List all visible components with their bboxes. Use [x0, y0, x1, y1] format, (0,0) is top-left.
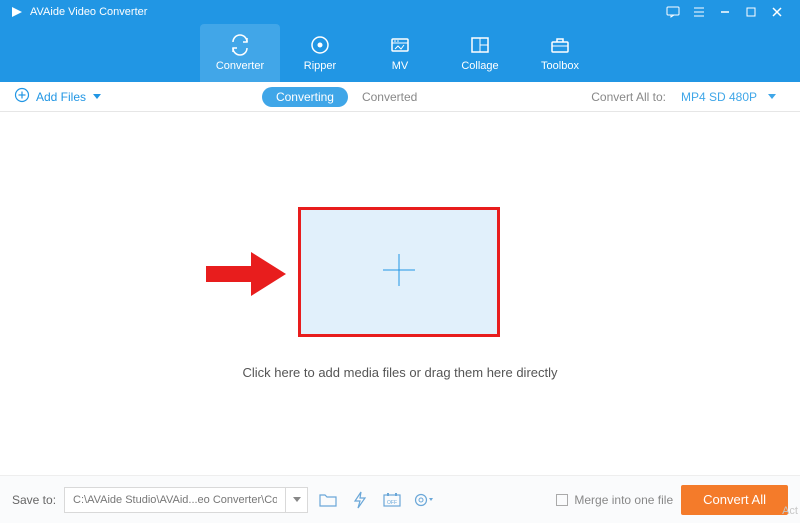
- format-value: MP4 SD 480P: [681, 90, 757, 104]
- checkbox-icon: [556, 494, 568, 506]
- save-path-box: [64, 487, 308, 513]
- svg-text:OFF: OFF: [387, 500, 397, 506]
- merge-label: Merge into one file: [574, 493, 673, 507]
- app-logo-icon: [10, 5, 24, 19]
- add-files-button[interactable]: Add Files: [14, 87, 102, 106]
- open-folder-button[interactable]: [316, 488, 340, 512]
- title-bar: AVAide Video Converter: [0, 0, 800, 24]
- nav-converter[interactable]: Converter: [200, 24, 280, 82]
- tutorial-arrow-icon: [206, 252, 286, 301]
- converter-icon: [229, 34, 251, 56]
- add-files-label: Add Files: [36, 90, 86, 104]
- sub-toolbar: Add Files Converting Converted Convert A…: [0, 82, 800, 112]
- format-select[interactable]: MP4 SD 480P: [672, 87, 786, 107]
- save-path-dropdown[interactable]: [285, 487, 307, 513]
- nav-label: Toolbox: [541, 60, 579, 72]
- chevron-down-icon: [92, 90, 102, 104]
- plus-icon: [377, 248, 421, 297]
- minimize-button[interactable]: [712, 0, 738, 24]
- watermark-text: Act: [782, 505, 798, 517]
- hardware-accel-button[interactable]: [348, 488, 372, 512]
- main-area: Click here to add media files or drag th…: [0, 112, 800, 492]
- nav-toolbox[interactable]: Toolbox: [520, 24, 600, 82]
- app-title: AVAide Video Converter: [30, 6, 147, 18]
- nav-collage[interactable]: Collage: [440, 24, 520, 82]
- feedback-icon[interactable]: [660, 0, 686, 24]
- convert-all-label: Convert All to:: [591, 90, 666, 104]
- menu-icon[interactable]: [686, 0, 712, 24]
- tab-converted[interactable]: Converted: [348, 87, 431, 107]
- nav-label: Converter: [216, 60, 264, 72]
- chevron-down-icon: [767, 90, 777, 104]
- status-tabs: Converting Converted: [262, 87, 431, 107]
- save-path-input[interactable]: [65, 494, 285, 506]
- nav-label: Collage: [461, 60, 498, 72]
- tab-converting[interactable]: Converting: [262, 87, 348, 107]
- ripper-icon: [309, 34, 331, 56]
- footer-bar: Save to: OFF Merge into one file Convert…: [0, 475, 800, 523]
- nav-ripper[interactable]: Ripper: [280, 24, 360, 82]
- merge-checkbox[interactable]: Merge into one file: [556, 493, 673, 507]
- mv-icon: [389, 34, 411, 56]
- convert-all-format: Convert All to: MP4 SD 480P: [591, 87, 786, 107]
- main-nav: Converter Ripper MV Collage Toolbox: [0, 24, 800, 82]
- save-to-label: Save to:: [12, 493, 56, 507]
- nav-label: Ripper: [304, 60, 336, 72]
- task-schedule-button[interactable]: OFF: [380, 488, 404, 512]
- convert-all-button[interactable]: Convert All: [681, 485, 788, 515]
- collage-icon: [469, 34, 491, 56]
- close-button[interactable]: [764, 0, 790, 24]
- toolbox-icon: [549, 34, 571, 56]
- nav-mv[interactable]: MV: [360, 24, 440, 82]
- maximize-button[interactable]: [738, 0, 764, 24]
- plus-circle-icon: [14, 87, 30, 106]
- nav-label: MV: [392, 60, 409, 72]
- dropzone-hint: Click here to add media files or drag th…: [0, 365, 800, 380]
- settings-dropdown[interactable]: [412, 488, 436, 512]
- add-media-dropzone[interactable]: [298, 207, 500, 337]
